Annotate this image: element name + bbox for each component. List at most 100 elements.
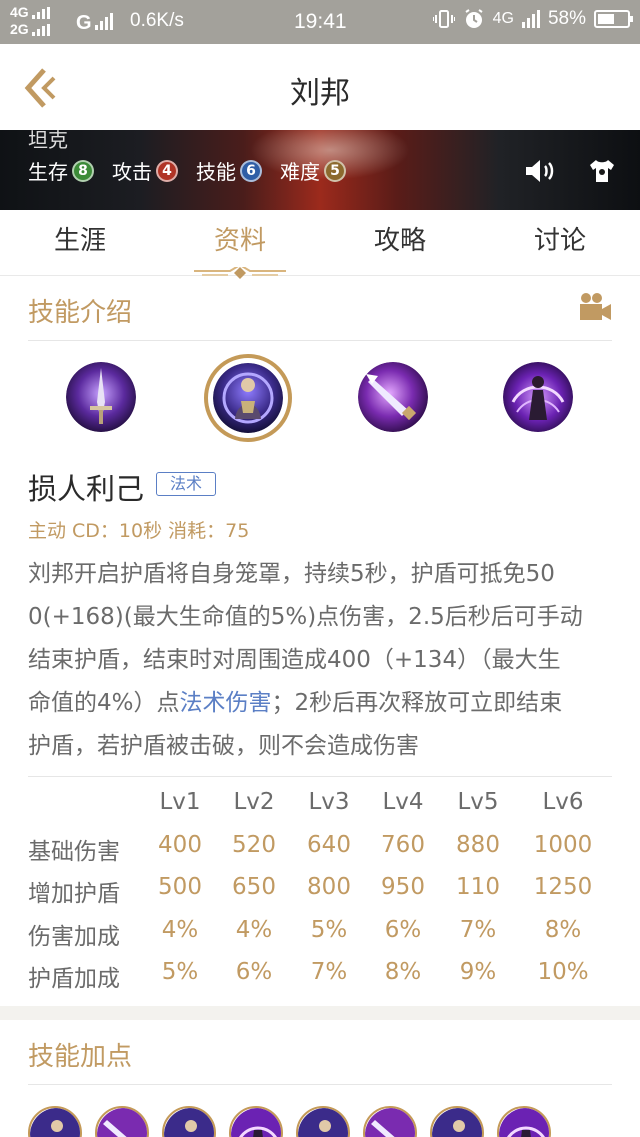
clock: 19:41 — [294, 10, 347, 33]
tab-strategy[interactable]: 攻略 — [320, 210, 480, 275]
stat-skill: 技能 6 — [196, 156, 262, 185]
skill-2-icon[interactable] — [213, 363, 283, 433]
level-header: Lv1 — [159, 789, 201, 815]
page-title: 刘邦 — [290, 76, 350, 111]
desc-line: 护盾，若护盾被击破，则不会造成伤害 — [28, 733, 419, 759]
stat-value: 4 — [156, 159, 178, 182]
desc-line: 结束护盾，结束时对周围造成400（+134）（最大生 — [28, 647, 561, 673]
hero-banner: 坦克 生存 8 攻击 4 技能 6 难度 5 — [0, 130, 640, 210]
battery-fill — [598, 14, 614, 24]
carrier-indicator: G — [76, 12, 113, 35]
skill-meta: 主动 CD：10秒 消耗：75 — [28, 520, 250, 542]
divider — [28, 776, 612, 777]
table-cell: 650 — [232, 874, 276, 900]
video-camera-icon[interactable] — [578, 292, 612, 322]
skin-icon[interactable] — [588, 158, 616, 184]
desc-line: 命值的4%）点法术伤害；2秒后再次释放可立即结束 — [28, 682, 612, 725]
desc-line: 刘邦开启护盾将自身笼罩，持续5秒，护盾可抵免50 — [28, 561, 555, 587]
hero-stats: 生存 8 攻击 4 技能 6 难度 5 — [28, 156, 346, 185]
table-cell: 800 — [307, 874, 351, 900]
table-cell: 760 — [381, 832, 425, 858]
stat-value: 8 — [72, 159, 94, 182]
skill-1-icon[interactable] — [66, 362, 136, 432]
stat-label: 难度 — [280, 160, 320, 184]
skill-section-title: 技能介绍 — [28, 298, 133, 328]
table-cell: 500 — [158, 874, 202, 900]
table-cell: 1250 — [533, 874, 593, 900]
level-header: Lv5 — [457, 789, 499, 815]
skill-3-icon[interactable] — [358, 362, 428, 432]
table-row: 基础伤害 400 520 640 760 880 1000 — [28, 832, 612, 872]
skill-name: 损人利己 — [28, 472, 145, 506]
table-cell: 9% — [459, 959, 497, 985]
status-bar: 4G 2G G 0.6K/s 19:41 4G 58% — [0, 0, 640, 44]
table-row: 伤害加成 4% 4% 5% 6% 7% 8% — [28, 917, 612, 957]
skill-3-icon — [363, 1106, 417, 1137]
network-type-bottom: 2G — [10, 21, 29, 37]
battery-icon — [594, 10, 633, 28]
stat-attack: 攻击 4 — [112, 156, 178, 185]
tab-discussion[interactable]: 讨论 — [480, 210, 640, 275]
stat-label: 生存 — [28, 160, 68, 184]
tab-info[interactable]: 资料 — [160, 210, 320, 279]
table-cell: 5% — [310, 917, 348, 943]
table-cell: 8% — [384, 959, 422, 985]
sound-icon[interactable] — [524, 158, 554, 184]
skill-2-icon — [296, 1106, 350, 1137]
stat-label: 攻击 — [112, 160, 152, 184]
stat-difficulty: 难度 5 — [280, 156, 346, 185]
table-cell: 640 — [307, 832, 351, 858]
table-row: 增加护盾 500 650 800 950 110 1250 — [28, 874, 612, 914]
page: 4G 2G G 0.6K/s 19:41 4G 58% 刘邦 坦克 生存 8 攻… — [0, 0, 640, 1137]
level-header: Lv3 — [308, 789, 350, 815]
table-cell: 400 — [158, 832, 202, 858]
network-speed: 0.6K/s — [130, 10, 184, 31]
skill-2-icon — [28, 1106, 82, 1137]
row-label: 伤害加成 — [28, 924, 120, 950]
section-separator — [0, 1006, 640, 1020]
tab-active-indicator — [194, 267, 286, 279]
desc-line: 0(+168)(最大生命值的5%)点伤害，2.5后秒后可手动 — [28, 604, 583, 630]
table-cell: 6% — [235, 959, 273, 985]
table-cell: 880 — [456, 832, 500, 858]
skill-2-icon — [162, 1106, 216, 1137]
table-cell: 5% — [161, 959, 199, 985]
network-indicators: 4G 2G — [10, 4, 50, 38]
table-cell: 4% — [235, 917, 273, 943]
stat-survival: 生存 8 — [28, 156, 94, 185]
signal-icon — [31, 23, 50, 36]
signal-icon — [31, 6, 50, 19]
table-cell: 1000 — [533, 832, 593, 858]
table-row: 护盾加成 5% 6% 7% 8% 9% 10% — [28, 959, 612, 999]
alarm-icon — [465, 9, 483, 28]
divider — [28, 1084, 612, 1085]
desc-text: 命值的4%）点 — [28, 690, 180, 716]
table-cell: 6% — [384, 917, 422, 943]
network-type-right: 4G — [492, 10, 514, 27]
skill-4-icon — [497, 1106, 551, 1137]
level-header: Lv4 — [382, 789, 424, 815]
hero-actions — [524, 158, 616, 184]
skill-description: 刘邦开启护盾将自身笼罩，持续5秒，护盾可抵免50 0(+168)(最大生命值的5… — [28, 553, 612, 768]
hero-type: 坦克 — [28, 130, 68, 152]
level-header: Lv2 — [233, 789, 275, 815]
tab-career[interactable]: 生涯 — [0, 210, 160, 275]
stat-value: 6 — [240, 159, 262, 182]
skill-4-icon[interactable] — [503, 362, 573, 432]
table-cell: 7% — [310, 959, 348, 985]
vibrate-icon — [432, 10, 455, 28]
magic-damage-link[interactable]: 法术伤害 — [180, 690, 272, 716]
table-cell: 950 — [381, 874, 425, 900]
row-label: 基础伤害 — [28, 839, 120, 865]
table-cell: 7% — [459, 917, 497, 943]
skill-4-icon — [229, 1106, 283, 1137]
skill-points-title: 技能加点 — [28, 1042, 133, 1072]
battery-percent: 58% — [547, 8, 586, 29]
network-type-top: 4G — [10, 4, 29, 20]
tab-info-label: 资料 — [213, 226, 266, 256]
status-right: 4G 58% — [432, 8, 633, 30]
tab-bar: 生涯 资料 攻略 讨论 — [0, 210, 640, 279]
table-cell: 10% — [537, 959, 589, 985]
level-table-header: Lv1 Lv2 Lv3 Lv4 Lv5 Lv6 — [28, 789, 612, 829]
skill-order-row — [28, 1106, 551, 1137]
